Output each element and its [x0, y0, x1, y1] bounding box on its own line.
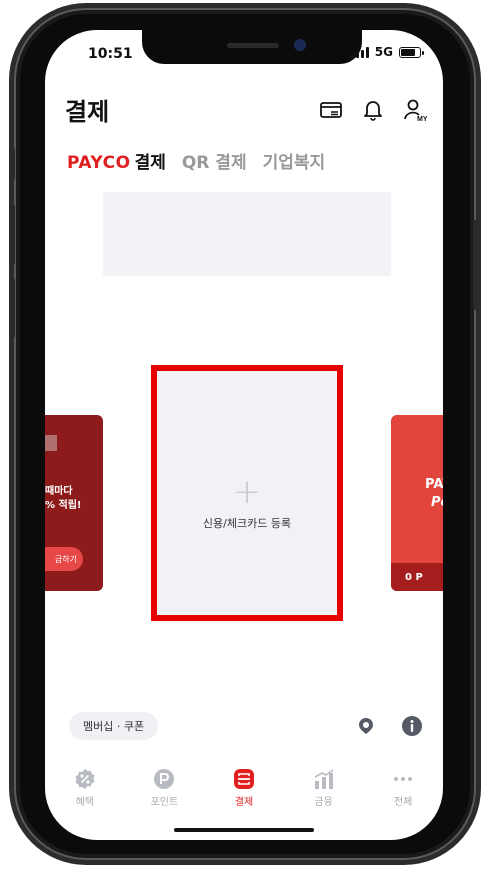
nav-all[interactable]: 전체: [363, 768, 443, 820]
page-title: 결제: [65, 98, 110, 126]
ad-banner[interactable]: [103, 192, 391, 276]
bell-icon[interactable]: [361, 98, 385, 122]
tab-payco-suffix: 결제: [134, 153, 166, 173]
point-card-brand: PAY: [425, 477, 443, 492]
nav-finance[interactable]: 금융: [284, 768, 364, 820]
status-icons: 5G: [350, 45, 424, 59]
payco-point-card[interactable]: PAY Po 0 P: [391, 415, 443, 591]
home-indicator[interactable]: [174, 828, 314, 832]
point-card-sub: Po: [431, 495, 443, 510]
svg-text:MY: MY: [417, 116, 427, 122]
nav-benefits[interactable]: 혜택: [45, 768, 125, 820]
network-type: 5G: [374, 45, 393, 59]
promo-text: 때마다 % 적립!: [45, 485, 101, 513]
signal-icon: [350, 46, 369, 58]
side-button-power: [473, 220, 477, 310]
battery-icon: [399, 46, 424, 58]
plus-icon: +: [232, 472, 262, 512]
tab-corporate-welfare[interactable]: 기업복지: [263, 148, 326, 173]
promo-apply-button[interactable]: 급하기: [45, 547, 83, 571]
register-card-button[interactable]: + 신용/체크카드 등록: [151, 365, 343, 621]
card-chip: [45, 435, 57, 451]
membership-coupon-button[interactable]: 멤버십 · 쿠폰: [69, 712, 159, 740]
my-profile-icon[interactable]: MY: [403, 98, 427, 122]
nav-all-label: 전체: [393, 797, 413, 808]
front-camera: [294, 39, 306, 51]
nav-finance-label: 금융: [314, 797, 333, 808]
point-balance: 0 P: [405, 572, 423, 583]
more-icon: [392, 768, 414, 790]
promo-line-2: % 적립!: [45, 500, 82, 511]
header-actions: MY: [319, 98, 427, 122]
pay-icon: [233, 768, 255, 790]
promo-card-left[interactable]: 때마다 % 적립! 급하기: [45, 415, 103, 591]
nav-benefits-label: 혜택: [75, 797, 94, 808]
location-pin-icon[interactable]: [355, 715, 377, 737]
payment-tabs: PAYCO 결제 QR 결제 기업복지: [67, 148, 325, 173]
screen: 10:51 5G 결제 MY PAYCO 결제 QR 결제 기업복지 때마다 % …: [45, 30, 443, 840]
bottom-navigation: 혜택 포인트 결제 금융 전체: [45, 768, 443, 820]
nav-points[interactable]: 포인트: [125, 768, 205, 820]
info-icon[interactable]: [401, 715, 423, 737]
side-button-volume-down: [11, 278, 15, 338]
percent-icon: [74, 768, 96, 790]
tab-payco-brand: PAYCO: [67, 153, 131, 173]
nav-payment[interactable]: 결제: [204, 768, 284, 820]
point-icon: [153, 768, 175, 790]
nav-points-label: 포인트: [150, 797, 179, 808]
promo-line-1: 때마다: [45, 486, 73, 497]
status-time: 10:51: [88, 46, 133, 62]
side-button-volume-up: [11, 205, 15, 265]
card-wallet-icon[interactable]: [319, 98, 343, 122]
side-button-silent: [11, 148, 15, 180]
chart-icon: [313, 768, 335, 790]
tab-qr-pay[interactable]: QR 결제: [182, 148, 247, 173]
tab-payco-pay[interactable]: PAYCO 결제: [67, 148, 166, 173]
register-card-label: 신용/체크카드 등록: [202, 517, 292, 530]
speaker: [227, 43, 279, 48]
nav-payment-label: 결제: [234, 797, 254, 808]
notch: [142, 30, 362, 64]
